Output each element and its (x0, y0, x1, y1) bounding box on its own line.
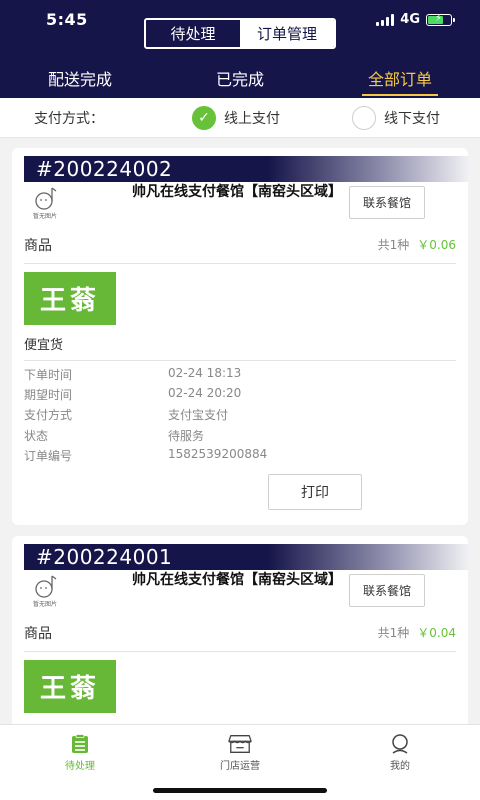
logo-placeholder-text: 暂无图片 (32, 213, 57, 220)
order-card: #200224001 暂无图片 帅凡在线支付餐馆【南窑头区域】 联系餐馆 商品 … (12, 536, 468, 736)
tab-completed[interactable]: 已完成 (160, 60, 320, 98)
order-number: #200224001 (24, 544, 468, 570)
nav-store-ops-label: 门店运营 (220, 761, 260, 772)
divider (24, 360, 456, 361)
info-value: 02-24 18:13 (168, 366, 242, 380)
radio-online-pay-label: 线上支付 (224, 111, 280, 127)
contact-shop-button[interactable]: 联系餐馆 (349, 186, 425, 219)
tab-delivered[interactable]: 配送完成 (0, 60, 160, 98)
nav-mine-label: 我的 (390, 761, 410, 772)
goods-thumbnail: 王蓊 (24, 272, 116, 325)
status-time: 5:45 (46, 10, 88, 29)
info-key: 期望时间 (24, 388, 73, 402)
shop-logo: 暂无图片 (26, 574, 64, 608)
info-key: 下单时间 (24, 368, 73, 382)
radio-online-pay[interactable]: ✓ 线上支付 (192, 106, 280, 130)
placeholder-image-icon (35, 187, 57, 210)
info-value: 待服务 (168, 429, 205, 443)
info-value: 02-24 20:20 (168, 386, 242, 400)
info-value: 1582539200884 (168, 447, 268, 461)
radio-offline-pay-label: 线下支付 (384, 111, 440, 127)
nav-mine[interactable]: 我的 (350, 733, 450, 772)
home-indicator (153, 788, 327, 793)
divider (24, 651, 456, 652)
segment-order-management[interactable]: 订单管理 (240, 20, 334, 47)
signal-icon (376, 13, 395, 26)
pay-method-label: 支付方式： (34, 111, 104, 127)
clipboard-icon (68, 733, 92, 755)
nav-pending[interactable]: 待处理 (30, 733, 130, 772)
nav-pending-label: 待处理 (65, 761, 95, 772)
order-card: #200224002 暂无图片 帅凡在线支付餐馆【南窑头区域】 联系餐馆 商品 … (12, 148, 468, 525)
print-button[interactable]: 打印 (268, 474, 362, 510)
segment-pending[interactable]: 待处理 (146, 20, 240, 47)
goods-total: ￥0.04 (417, 626, 456, 640)
radio-empty-icon (352, 106, 376, 130)
status-icons: 4G ⚡ (376, 12, 455, 27)
goods-count: 共1种 (377, 238, 410, 252)
order-tabs: 配送完成 已完成 全部订单 (0, 60, 480, 98)
goods-summary: 共1种 ￥0.06 (378, 236, 456, 253)
placeholder-image-icon (35, 575, 57, 598)
goods-label: 商品 (24, 626, 52, 642)
goods-name: 便宜货 (24, 338, 64, 353)
battery-icon: ⚡ (426, 13, 455, 26)
order-number: #200224002 (24, 156, 468, 182)
info-key: 状态 (24, 429, 49, 443)
info-key: 支付方式 (24, 408, 73, 422)
app-header: 5:45 4G ⚡ 待处理 订单管理 配送完成 已完成 全部订单 (0, 0, 480, 98)
shop-name: 帅凡在线支付餐馆【南窑头区域】 (132, 572, 342, 588)
divider (24, 263, 456, 264)
goods-total: ￥0.06 (417, 238, 456, 252)
goods-thumbnail: 王蓊 (24, 660, 116, 713)
radio-offline-pay[interactable]: 线下支付 (352, 106, 440, 130)
info-key: 订单编号 (24, 449, 73, 463)
goods-label: 商品 (24, 238, 52, 254)
info-value: 支付宝支付 (168, 408, 229, 422)
shop-name: 帅凡在线支付餐馆【南窑头区域】 (132, 184, 342, 200)
network-type: 4G (400, 12, 420, 27)
contact-shop-button[interactable]: 联系餐馆 (349, 574, 425, 607)
check-icon: ✓ (192, 106, 216, 130)
user-icon (388, 733, 412, 755)
tab-all-orders[interactable]: 全部订单 (320, 60, 480, 98)
mode-segment: 待处理 订单管理 (144, 18, 336, 49)
goods-count: 共1种 (377, 626, 410, 640)
logo-placeholder-text: 暂无图片 (32, 601, 57, 608)
shop-logo: 暂无图片 (26, 186, 64, 220)
pay-method-filter: 支付方式： ✓ 线上支付 线下支付 (0, 98, 480, 138)
goods-summary: 共1种 ￥0.04 (378, 624, 456, 641)
nav-store-ops[interactable]: 门店运营 (190, 733, 290, 772)
store-icon (228, 733, 252, 755)
